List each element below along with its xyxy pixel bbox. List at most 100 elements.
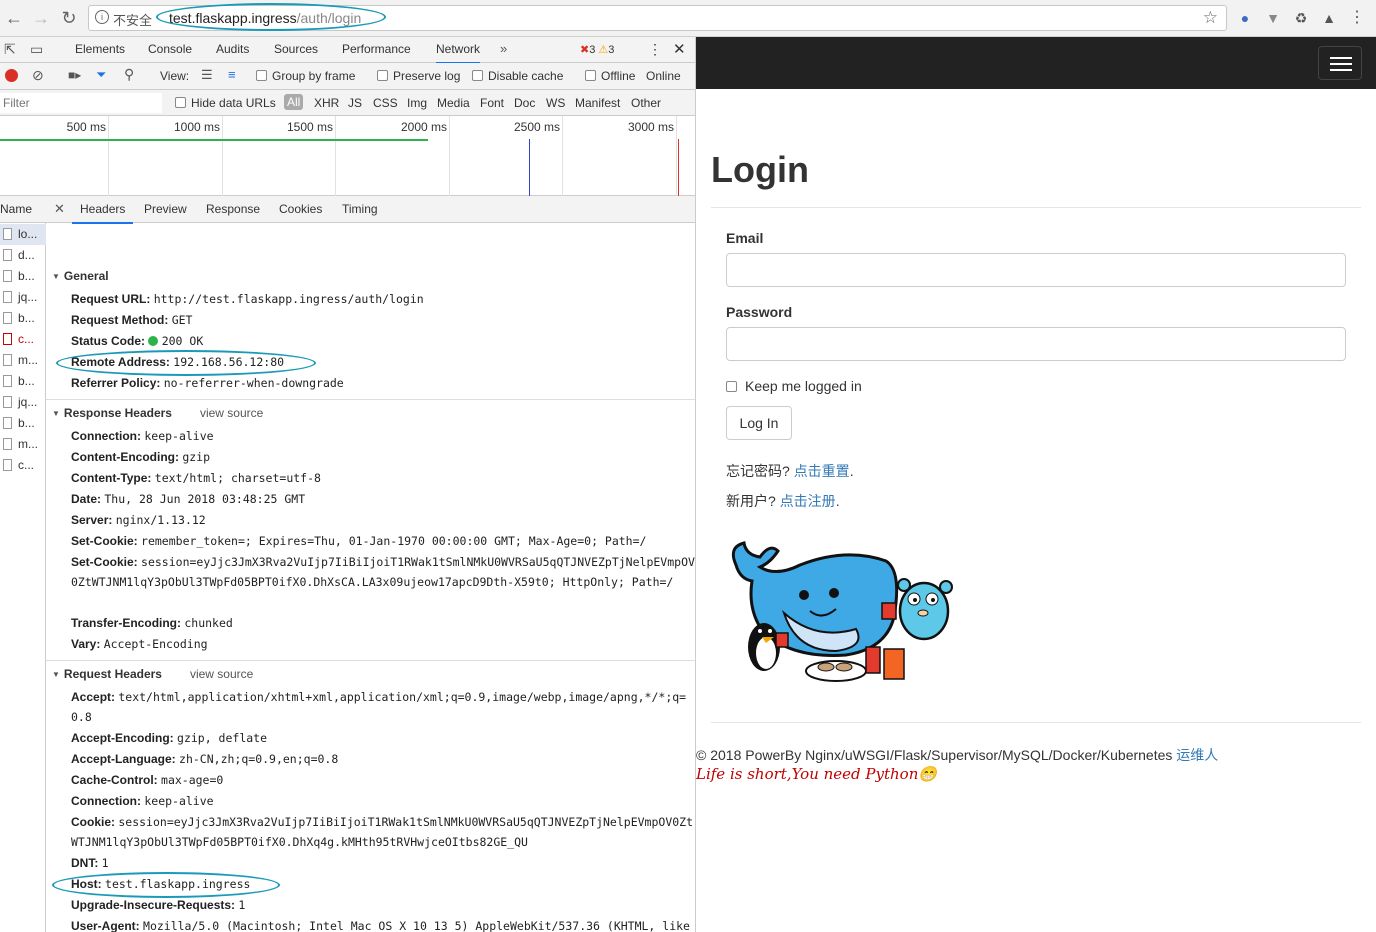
view-source-link[interactable]: view source	[190, 667, 253, 681]
hide-data-urls-checkbox[interactable]: Hide data URLs	[175, 96, 276, 110]
register-line: 新用户? 点击注册.	[726, 493, 840, 509]
menu-kebab-icon[interactable]: ⋮	[1348, 9, 1366, 27]
request-header-row: Upgrade-Insecure-Requests: 1	[71, 895, 695, 915]
section-divider	[46, 660, 695, 661]
list-item[interactable]: c...	[0, 329, 46, 350]
email-field[interactable]	[726, 253, 1346, 287]
bookmark-star-icon[interactable]: ☆	[1203, 8, 1218, 28]
vue-extension-icon[interactable]: ▼	[1264, 9, 1282, 27]
list-item[interactable]: jq...	[0, 287, 46, 308]
group-by-frame-checkbox[interactable]: Group by frame	[256, 69, 355, 83]
tab-network[interactable]: Network	[436, 42, 481, 64]
timeline-tick-label: 2000 ms	[400, 120, 447, 134]
header-value: nginx/1.13.12	[115, 513, 206, 527]
reset-password-link[interactable]: 点击重置	[794, 463, 850, 479]
list-item[interactable]: lo...	[0, 224, 46, 245]
highlight-ellipse-url	[156, 3, 386, 31]
list-item[interactable]: m...	[0, 434, 46, 455]
footer-link[interactable]: 运维人	[1176, 747, 1218, 763]
header-key: Connection:	[71, 429, 141, 443]
file-icon	[3, 270, 12, 282]
tab-elements[interactable]: Elements	[75, 42, 125, 56]
list-item[interactable]: m...	[0, 350, 46, 371]
devtools-menu-icon[interactable]: ⋮	[648, 41, 662, 58]
remember-me-label: Keep me logged in	[745, 378, 862, 394]
response-headers-section-header[interactable]: ▼ Response Headers view source	[52, 406, 263, 420]
filter-type-font[interactable]: Font	[480, 96, 504, 110]
inspect-icon[interactable]: ⇱	[4, 41, 16, 58]
recycle-extension-icon[interactable]: ♻	[1292, 9, 1310, 27]
header-value: max-age=0	[161, 773, 224, 787]
evernote-extension-icon[interactable]: ▲	[1320, 9, 1338, 27]
clear-icon[interactable]: ⊘	[32, 67, 44, 84]
tab-headers[interactable]: Headers	[72, 202, 134, 224]
network-overview-timeline[interactable]: 500 ms 1000 ms 1500 ms 2000 ms 2500 ms 3…	[0, 116, 695, 196]
filter-type-media[interactable]: Media	[437, 96, 470, 110]
record-icon[interactable]	[5, 69, 18, 82]
tab-sources[interactable]: Sources	[274, 42, 318, 56]
filter-type-manifest[interactable]: Manifest	[575, 96, 620, 110]
timeline-gridline	[335, 116, 336, 196]
large-rows-icon[interactable]: ☰	[201, 67, 213, 83]
view-source-link[interactable]: view source	[200, 406, 263, 420]
password-field[interactable]	[726, 327, 1346, 361]
forward-icon[interactable]: →	[29, 6, 53, 30]
filter-type-all[interactable]: All	[284, 94, 304, 110]
list-item[interactable]: d...	[0, 245, 46, 266]
filter-type-xhr[interactable]: XHR	[314, 96, 339, 110]
reload-icon[interactable]: ↻	[57, 6, 81, 30]
list-item[interactable]: jq...	[0, 392, 46, 413]
expand-triangle-icon: ▼	[52, 409, 60, 418]
header-value: Mozilla/5.0 (Macintosh; Intel Mac OS X 1…	[143, 919, 690, 932]
list-item[interactable]: b...	[0, 266, 46, 287]
tab-audits[interactable]: Audits	[216, 42, 249, 56]
request-header-row: Accept: text/html,application/xhtml+xml,…	[71, 687, 695, 727]
throttling-select[interactable]: Online	[646, 69, 681, 83]
request-headers-section-header[interactable]: ▼ Request Headers view source	[52, 667, 253, 681]
login-button[interactable]: Log In	[726, 406, 792, 440]
tab-timing[interactable]: Timing	[342, 202, 378, 216]
request-detail-pane: ✕ Headers Preview Response Cookies Timin…	[46, 196, 695, 932]
search-icon[interactable]: ⚲	[124, 66, 134, 83]
register-link[interactable]: 点击注册	[780, 493, 836, 509]
filter-type-other[interactable]: Other	[631, 96, 661, 110]
request-name: c...	[18, 458, 35, 472]
device-toggle-icon[interactable]: ▭	[30, 41, 43, 58]
close-devtools-icon[interactable]: ✕	[673, 40, 686, 58]
tab-console[interactable]: Console	[148, 42, 192, 56]
screenshot-camera-icon[interactable]: ■▸	[68, 68, 81, 82]
request-name: jq...	[18, 290, 38, 304]
list-item[interactable]: b...	[0, 413, 46, 434]
list-item[interactable]: c...	[0, 455, 46, 476]
info-icon[interactable]: i	[95, 10, 109, 24]
timeline-gridline	[108, 116, 109, 196]
name-column-header[interactable]: Name	[0, 196, 46, 223]
filter-type-ws[interactable]: WS	[546, 96, 565, 110]
filter-type-img[interactable]: Img	[407, 96, 427, 110]
header-value: Thu, 28 Jun 2018 03:48:25 GMT	[104, 492, 306, 506]
tab-response[interactable]: Response	[206, 202, 260, 216]
hamburger-menu-icon[interactable]	[1318, 46, 1362, 80]
globe-extension-icon[interactable]: ●	[1236, 9, 1254, 27]
filter-input[interactable]	[0, 93, 162, 113]
disable-cache-checkbox[interactable]: Disable cache	[472, 69, 563, 83]
general-section-header[interactable]: ▼ General	[52, 269, 109, 283]
filter-funnel-icon[interactable]: ⏷	[96, 67, 106, 83]
waterfall-icon[interactable]: ≡	[228, 67, 236, 82]
back-icon[interactable]: ←	[2, 6, 26, 30]
tab-preview[interactable]: Preview	[144, 202, 187, 216]
filter-type-css[interactable]: CSS	[373, 96, 398, 110]
filter-type-doc[interactable]: Doc	[514, 96, 535, 110]
close-detail-icon[interactable]: ✕	[54, 201, 65, 217]
offline-checkbox[interactable]: Offline	[585, 69, 635, 83]
tab-cookies[interactable]: Cookies	[279, 202, 322, 216]
filter-type-js[interactable]: JS	[348, 96, 362, 110]
list-item[interactable]: b...	[0, 308, 46, 329]
more-tabs-icon[interactable]: »	[500, 41, 507, 56]
error-count: 3	[589, 44, 596, 56]
tab-performance[interactable]: Performance	[342, 42, 411, 56]
error-counter[interactable]: ✖3 ⚠3	[580, 43, 614, 56]
preserve-log-checkbox[interactable]: Preserve log	[377, 69, 460, 83]
remember-me-checkbox[interactable]: Keep me logged in	[726, 378, 862, 394]
list-item[interactable]: b...	[0, 371, 46, 392]
